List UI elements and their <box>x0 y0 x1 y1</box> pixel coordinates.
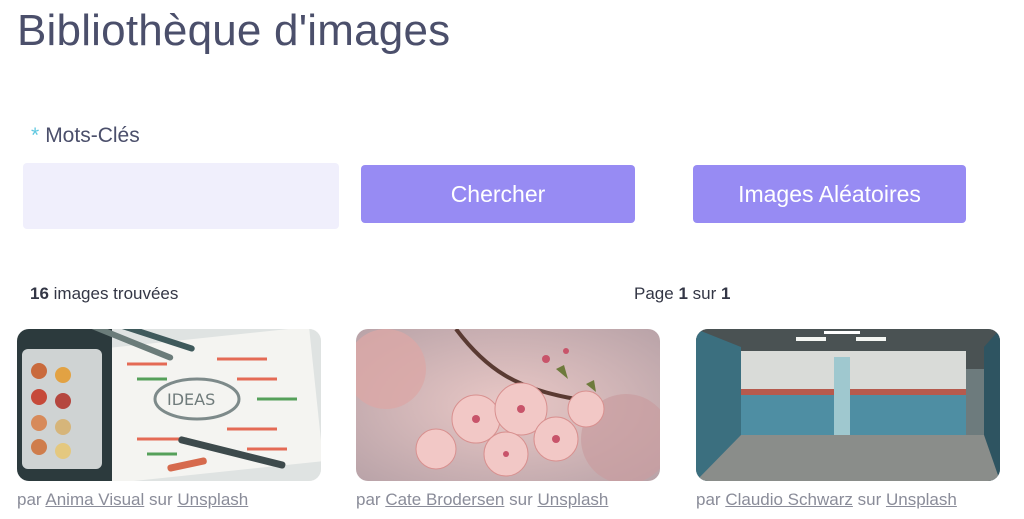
art-supplies-image: IDEAS <box>17 329 321 481</box>
page-separator: sur <box>692 284 717 303</box>
svg-text:IDEAS: IDEAS <box>167 390 215 409</box>
search-button[interactable]: Chercher <box>361 165 635 223</box>
credit-prefix: par <box>356 490 381 509</box>
credit-mid: sur <box>509 490 533 509</box>
page-current: 1 <box>678 284 688 303</box>
keywords-input[interactable] <box>23 163 339 229</box>
author-link[interactable]: Cate Brodersen <box>385 490 504 509</box>
image-credit: par Anima Visual sur Unsplash <box>17 490 321 510</box>
author-link[interactable]: Claudio Schwarz <box>725 490 853 509</box>
image-thumbnail[interactable] <box>696 329 1000 481</box>
empty-room-image <box>696 329 1000 481</box>
page-title: Bibliothèque d'images <box>17 6 451 55</box>
results-count: 16 images trouvées <box>30 284 178 304</box>
credit-prefix: par <box>696 490 721 509</box>
source-link[interactable]: Unsplash <box>177 490 248 509</box>
results-count-number: 16 <box>30 284 49 303</box>
credit-mid: sur <box>149 490 173 509</box>
random-images-button[interactable]: Images Aléatoires <box>693 165 966 223</box>
image-thumbnail[interactable] <box>356 329 660 481</box>
credit-mid: sur <box>857 490 882 509</box>
required-marker: * <box>31 124 40 147</box>
results-count-suffix: images trouvées <box>53 284 179 303</box>
image-card: par Cate Brodersen sur Unsplash <box>356 329 660 510</box>
keywords-label-text: Mots-Clés <box>45 124 140 147</box>
keywords-label: * Mots-Clés <box>31 124 140 148</box>
image-credit: par Claudio Schwarz sur Unsplash <box>696 490 1000 510</box>
source-link[interactable]: Unsplash <box>537 490 608 509</box>
credit-prefix: par <box>17 490 42 509</box>
author-link[interactable]: Anima Visual <box>45 490 144 509</box>
image-credit: par Cate Brodersen sur Unsplash <box>356 490 660 510</box>
page-total: 1 <box>721 284 731 303</box>
pagination-info: Page 1 sur 1 <box>634 284 730 304</box>
image-card: IDEAS par Anima Visual sur Unsplash <box>17 329 321 510</box>
image-card: par Claudio Schwarz sur Unsplash <box>696 329 1000 510</box>
page-prefix: Page <box>634 284 674 303</box>
cherry-blossom-image <box>356 329 660 481</box>
image-thumbnail[interactable]: IDEAS <box>17 329 321 481</box>
source-link[interactable]: Unsplash <box>886 490 957 509</box>
